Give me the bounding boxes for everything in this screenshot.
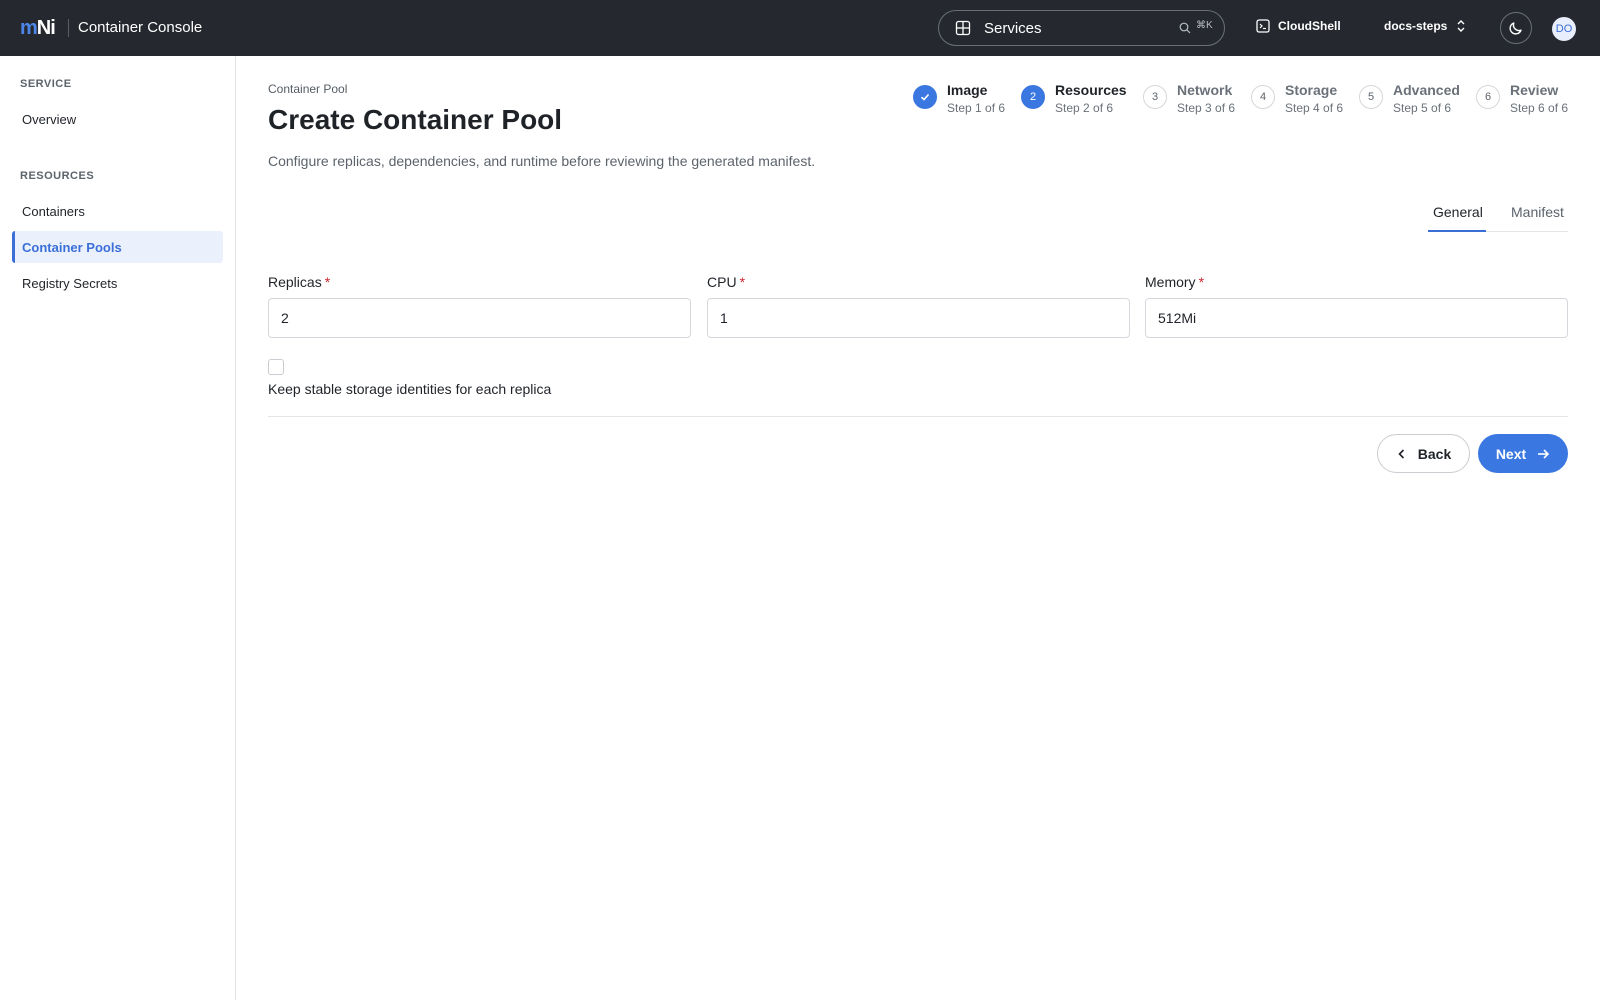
project-label: docs-steps bbox=[1384, 19, 1448, 33]
theme-toggle-button[interactable] bbox=[1500, 12, 1532, 44]
step-resources[interactable]: 2 Resources Step 2 of 6 bbox=[1021, 82, 1127, 115]
tab-general[interactable]: General bbox=[1433, 204, 1483, 220]
step-name: Review bbox=[1510, 82, 1559, 98]
next-label: Next bbox=[1495, 445, 1527, 462]
step-sub: Step 4 of 6 bbox=[1285, 101, 1344, 115]
arrow-right-icon bbox=[1538, 448, 1550, 459]
search-text: Services bbox=[984, 20, 1042, 37]
avatar[interactable]: DO bbox=[1552, 17, 1576, 41]
replicas-label: Replicas * bbox=[268, 274, 331, 290]
search-icon bbox=[1179, 22, 1191, 34]
moon-icon bbox=[1509, 22, 1522, 35]
memory-label: Memory * bbox=[1145, 274, 1205, 290]
step-sub: Step 6 of 6 bbox=[1510, 101, 1569, 115]
step-name: Advanced bbox=[1393, 82, 1460, 98]
step-image[interactable]: Image Step 1 of 6 bbox=[913, 82, 1005, 115]
step-sub: Step 2 of 6 bbox=[1055, 101, 1114, 115]
stable-storage-checkbox[interactable] bbox=[268, 359, 284, 375]
terminal-icon bbox=[1256, 19, 1270, 33]
next-button[interactable]: Next bbox=[1478, 434, 1568, 473]
step-review[interactable]: 6 Review Step 6 of 6 bbox=[1476, 82, 1568, 115]
search-shortcut: ⌘K bbox=[1196, 20, 1213, 31]
step-name: Image bbox=[947, 82, 988, 98]
active-tab-indicator bbox=[1428, 230, 1486, 232]
sidebar-item-containers[interactable]: Containers bbox=[12, 195, 223, 227]
step-sub: Step 5 of 6 bbox=[1393, 101, 1452, 115]
app-title: Container Console bbox=[78, 19, 203, 36]
sidebar-heading-resources: RESOURCES bbox=[20, 170, 95, 182]
step-name: Storage bbox=[1285, 82, 1338, 98]
sidebar: SERVICE Overview RESOURCES Containers Co… bbox=[0, 56, 236, 1000]
back-button[interactable]: Back bbox=[1377, 434, 1470, 473]
page-description: Configure replicas, dependencies, and ru… bbox=[268, 153, 816, 169]
form-divider bbox=[268, 416, 1568, 417]
step-storage[interactable]: 4 Storage Step 4 of 6 bbox=[1251, 82, 1343, 115]
tab-manifest[interactable]: Manifest bbox=[1511, 204, 1564, 220]
cpu-input[interactable]: 1 bbox=[707, 298, 1130, 338]
required-mark: * bbox=[324, 274, 331, 290]
replicas-input[interactable]: 2 bbox=[268, 298, 691, 338]
stable-storage-label[interactable]: Keep stable storage identities for each … bbox=[268, 381, 551, 397]
cpu-label: CPU * bbox=[707, 274, 746, 290]
chevron-left-icon bbox=[1398, 448, 1404, 459]
grid-icon bbox=[955, 20, 971, 36]
step-number: 6 bbox=[1476, 85, 1500, 109]
step-sub: Step 1 of 6 bbox=[947, 101, 1006, 115]
services-search[interactable]: Services ⌘K bbox=[938, 10, 1225, 46]
memory-input[interactable]: 512Mi bbox=[1145, 298, 1568, 338]
required-mark: * bbox=[739, 274, 746, 290]
step-number: 4 bbox=[1251, 85, 1275, 109]
chevron-up-down-icon bbox=[1457, 20, 1465, 32]
logo-divider bbox=[68, 19, 69, 37]
step-number: 3 bbox=[1143, 85, 1167, 109]
step-name: Network bbox=[1177, 82, 1233, 98]
sidebar-item-container-pools[interactable]: Container Pools bbox=[12, 231, 223, 263]
step-complete-icon bbox=[913, 85, 937, 109]
step-name: Resources bbox=[1055, 82, 1127, 98]
required-mark: * bbox=[1198, 274, 1205, 290]
form-tabs: General Manifest bbox=[1428, 196, 1568, 232]
cloudshell-label: CloudShell bbox=[1278, 19, 1341, 33]
top-bar: m Ni Container Console Services ⌘K CloudS… bbox=[0, 0, 1600, 56]
step-sub: Step 3 of 6 bbox=[1177, 101, 1236, 115]
step-advanced[interactable]: 5 Advanced Step 5 of 6 bbox=[1359, 82, 1460, 115]
step-number: 2 bbox=[1021, 85, 1045, 109]
wizard-stepper: Image Step 1 of 6 2 Resources Step 2 of … bbox=[0, 82, 1600, 122]
logo[interactable]: m Ni bbox=[20, 17, 56, 39]
step-network[interactable]: 3 Network Step 3 of 6 bbox=[1143, 82, 1235, 115]
sidebar-item-registry-secrets[interactable]: Registry Secrets bbox=[12, 267, 223, 299]
cloudshell-button[interactable]: CloudShell bbox=[1256, 19, 1341, 33]
back-label: Back bbox=[1417, 445, 1452, 462]
project-selector[interactable]: docs-steps bbox=[1384, 19, 1467, 33]
step-number: 5 bbox=[1359, 85, 1383, 109]
